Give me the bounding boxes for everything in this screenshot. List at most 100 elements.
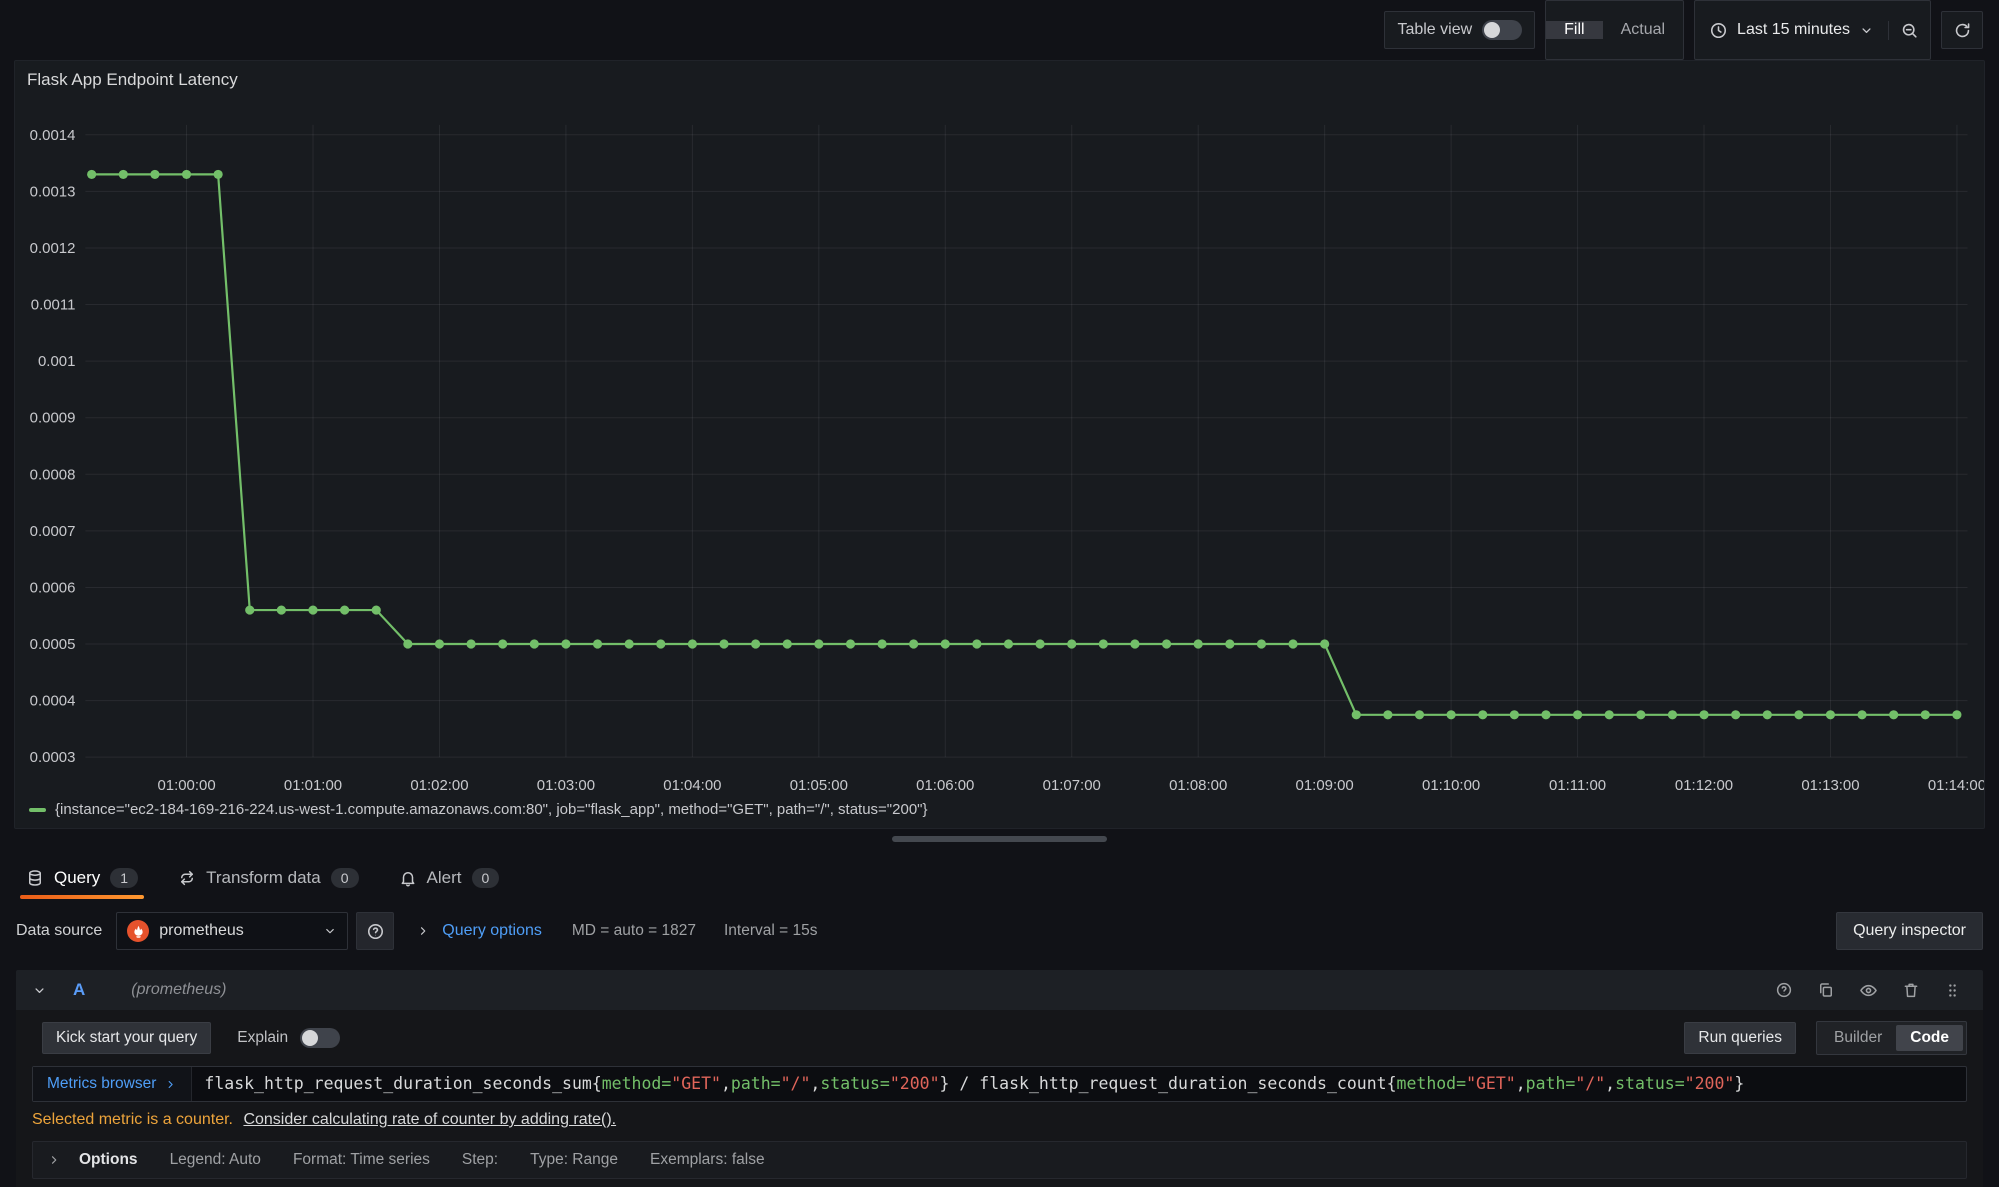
series-point: [1510, 710, 1519, 719]
datasource-value: prometheus: [159, 922, 244, 940]
chevron-right-icon: [416, 924, 430, 938]
series-line: [92, 174, 1957, 714]
series-point: [656, 639, 665, 648]
tab-transform-data[interactable]: Transform data 0: [178, 855, 358, 900]
y-axis-tick-label: 0.001: [38, 353, 75, 370]
series-point: [1352, 710, 1361, 719]
series-point: [878, 639, 887, 648]
x-axis-tick-label: 01:09:00: [1296, 777, 1354, 794]
series-point: [1826, 710, 1835, 719]
x-axis-tick-label: 01:05:00: [790, 777, 848, 794]
drag-handle-icon[interactable]: [1944, 982, 1961, 999]
series-point: [1478, 710, 1487, 719]
series-point: [1288, 639, 1297, 648]
clock-icon: [1709, 21, 1728, 40]
zoom-out-time-button[interactable]: [1888, 21, 1930, 40]
series-point: [972, 639, 981, 648]
warning-text: Selected metric is a counter.: [32, 1111, 233, 1128]
builder-code-segmented: Builder Code: [1816, 1021, 1967, 1055]
query-editor-section: A (prometheus) Kick start your query Exp…: [16, 970, 1983, 1187]
y-axis-tick-label: 0.0007: [30, 523, 76, 540]
tab-transform-label: Transform data: [206, 868, 321, 888]
delete-query-trash-icon[interactable]: [1902, 981, 1920, 999]
builder-mode-button[interactable]: Builder: [1820, 1025, 1896, 1051]
run-queries-button[interactable]: Run queries: [1684, 1022, 1796, 1054]
chevron-down-icon: [1859, 23, 1874, 38]
series-point: [688, 639, 697, 648]
series-point: [119, 170, 128, 179]
kick-start-query-button[interactable]: Kick start your query: [42, 1022, 211, 1054]
query-options-expander[interactable]: Query options: [442, 922, 542, 940]
promql-expression-input[interactable]: flask_http_request_duration_seconds_sum{…: [192, 1067, 1966, 1101]
counter-warning: Selected metric is a counter. Consider c…: [16, 1102, 1983, 1131]
series-points: [87, 170, 1961, 720]
options-exemplars: Exemplars: false: [650, 1151, 765, 1169]
editor-resize-handle[interactable]: [892, 836, 1107, 842]
x-axis-tick-label: 01:04:00: [663, 777, 721, 794]
series-point: [214, 170, 223, 179]
query-ref-id[interactable]: A: [73, 980, 85, 1000]
series-point: [751, 639, 760, 648]
help-circle-icon: [366, 922, 385, 941]
duplicate-query-icon[interactable]: [1817, 981, 1835, 999]
x-axis-tick-label: 01:07:00: [1043, 777, 1101, 794]
explain-label: Explain: [237, 1029, 288, 1047]
y-axis-tick-label: 0.0013: [30, 183, 76, 200]
explain-toggle[interactable]: [300, 1028, 340, 1048]
tab-transform-badge: 0: [331, 868, 359, 888]
tab-alert-badge: 0: [472, 868, 500, 888]
collapse-chevron-icon[interactable]: [32, 983, 47, 998]
table-view-control: Table view: [1384, 11, 1535, 49]
series-point: [593, 639, 602, 648]
actual-button[interactable]: Actual: [1603, 21, 1683, 39]
query-help-icon[interactable]: [1775, 981, 1793, 999]
time-range-picker[interactable]: Last 15 minutes: [1695, 21, 1888, 40]
datasource-label: Data source: [16, 922, 102, 940]
chevron-down-icon: [323, 924, 337, 938]
series-point: [719, 639, 728, 648]
series-point: [1794, 710, 1803, 719]
table-view-label: Table view: [1397, 21, 1472, 39]
transform-icon: [178, 869, 196, 887]
series-point: [561, 639, 570, 648]
datasource-help-button[interactable]: [356, 912, 394, 950]
series-point: [1447, 710, 1456, 719]
query-toolbar-right: Run queries Builder Code: [1684, 1021, 1967, 1055]
series-point: [1194, 639, 1203, 648]
series-point: [308, 605, 317, 614]
series-point: [1573, 710, 1582, 719]
query-inspector-button[interactable]: Query inspector: [1836, 912, 1983, 950]
warning-rate-link[interactable]: Consider calculating rate of counter by …: [243, 1111, 616, 1128]
code-mode-button[interactable]: Code: [1896, 1025, 1963, 1051]
table-view-toggle[interactable]: [1482, 20, 1522, 40]
toggle-knob: [1484, 22, 1500, 38]
hide-response-eye-icon[interactable]: [1859, 981, 1878, 1000]
metrics-browser-button[interactable]: Metrics browser: [33, 1067, 192, 1101]
legend-series-label[interactable]: {instance="ec2-184-169-216-224.us-west-1…: [55, 801, 928, 818]
timeseries-panel: Flask App Endpoint Latency 0.00140.00130…: [14, 60, 1985, 829]
options-label: Options: [79, 1151, 138, 1169]
series-point: [941, 639, 950, 648]
series-point: [1099, 639, 1108, 648]
x-axis-tick-label: 01:08:00: [1169, 777, 1227, 794]
refresh-button[interactable]: [1941, 11, 1983, 49]
chevron-right-icon[interactable]: [47, 1153, 61, 1167]
tab-alert[interactable]: Alert 0: [399, 855, 500, 900]
tab-query[interactable]: Query 1: [26, 855, 138, 900]
chevron-right-icon: [164, 1078, 177, 1091]
x-axis-tick-label: 01:10:00: [1422, 777, 1480, 794]
query-options-summary[interactable]: Options Legend: Auto Format: Time series…: [32, 1141, 1967, 1179]
series-point: [1320, 639, 1329, 648]
y-axis-tick-label: 0.0004: [30, 693, 76, 710]
database-icon: [26, 869, 44, 887]
datasource-select[interactable]: prometheus: [116, 912, 348, 950]
grafana-panel-editor: Table view Fill Actual Last 15 minutes F…: [0, 0, 1999, 1187]
series-point: [1857, 710, 1866, 719]
series-point: [1731, 710, 1740, 719]
chart-legend: {instance="ec2-184-169-216-224.us-west-1…: [29, 801, 928, 818]
max-data-points-text: MD = auto = 1827: [572, 922, 696, 940]
timeseries-chart[interactable]: 0.00140.00130.00120.00110.0010.00090.000…: [15, 61, 1984, 828]
fill-button[interactable]: Fill: [1546, 21, 1602, 39]
query-row-header[interactable]: A (prometheus): [16, 970, 1983, 1010]
x-axis-tick-label: 01:01:00: [284, 777, 342, 794]
